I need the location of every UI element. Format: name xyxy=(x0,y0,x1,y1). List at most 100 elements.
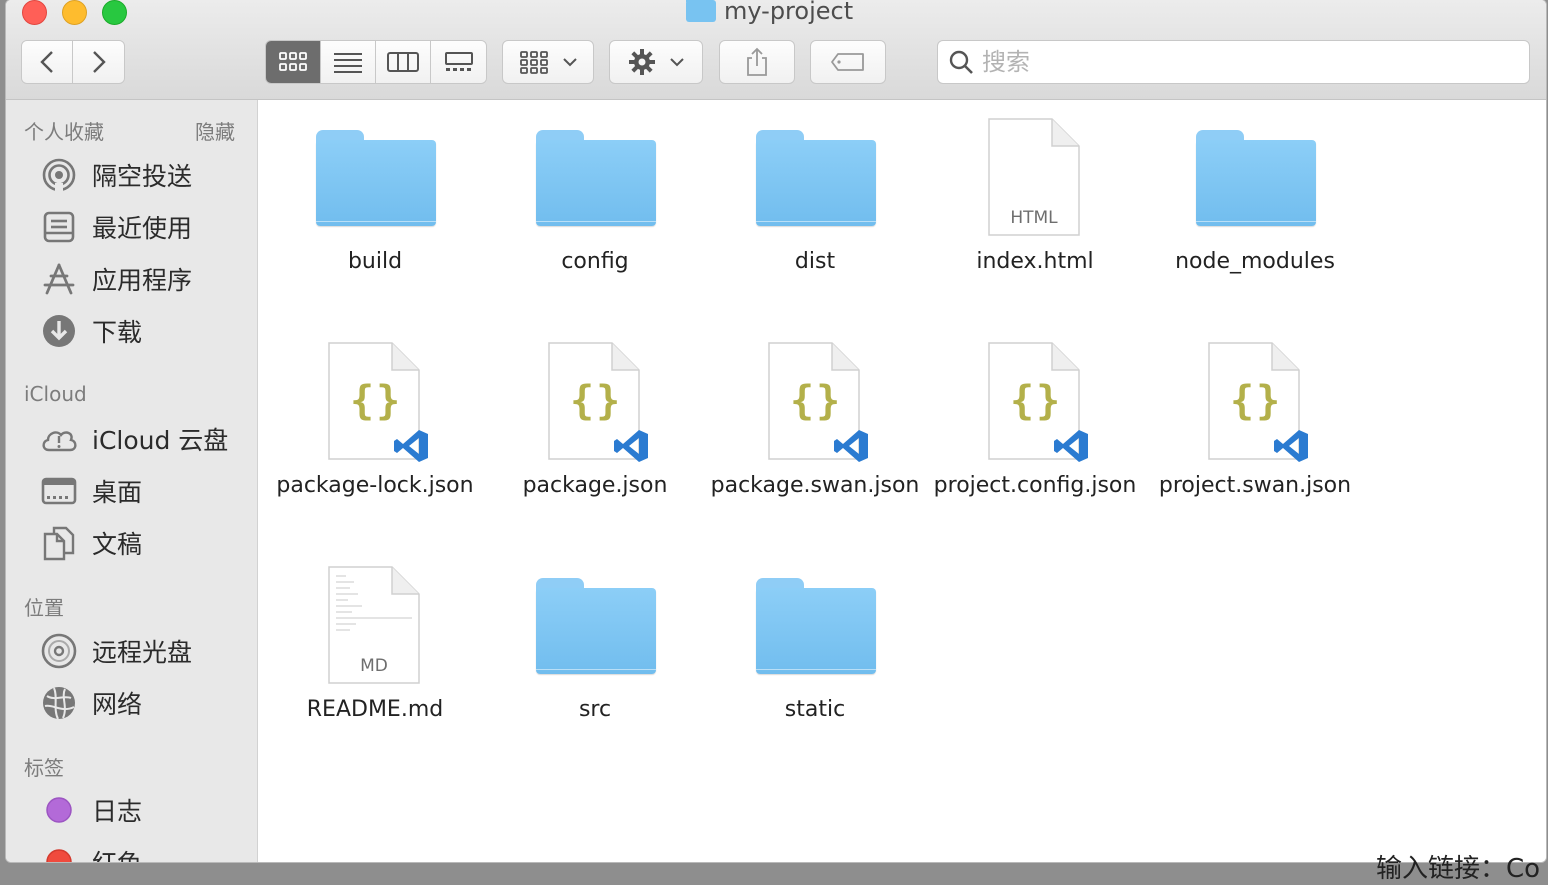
folder-icon xyxy=(686,0,716,22)
file-name: index.html xyxy=(976,249,1094,274)
folder-icon xyxy=(536,578,656,674)
chevron-down-icon xyxy=(563,58,577,67)
sidebar-item-tag-journal[interactable]: 日志 xyxy=(40,790,142,830)
purple-tag-dot-icon xyxy=(40,791,78,829)
html-document-icon xyxy=(988,118,1080,236)
vscode-icon xyxy=(1274,430,1308,462)
markdown-document-icon xyxy=(328,566,420,684)
favorites-header: 个人收藏 xyxy=(24,120,104,144)
list-view-button[interactable] xyxy=(321,41,376,83)
file-name: project.config.json xyxy=(933,473,1137,498)
file-name: src xyxy=(578,697,612,722)
sidebar-item-label: 应用程序 xyxy=(92,266,193,295)
icon-view-button[interactable] xyxy=(266,41,321,83)
sidebar-item-label: 文稿 xyxy=(92,530,143,559)
file-browser: build config dist HTML index.html node_m… xyxy=(258,100,1546,862)
remote-disc-icon xyxy=(40,632,78,670)
sidebar-item-label: 日志 xyxy=(92,797,143,826)
file-name: README.md xyxy=(306,697,444,722)
vscode-icon xyxy=(394,430,428,462)
minimize-window-button[interactable] xyxy=(62,0,87,25)
airdrop-icon xyxy=(40,156,78,194)
grid-icon xyxy=(279,52,307,71)
file-item-package-json[interactable]: {} package.json xyxy=(485,324,705,502)
file-item-build[interactable]: build xyxy=(265,100,485,278)
sidebar-item-network[interactable]: 网络 xyxy=(40,683,142,723)
close-window-button[interactable] xyxy=(22,0,47,25)
sidebar-item-icloud-drive[interactable]: iCloud 云盘 xyxy=(40,419,228,459)
file-name: static xyxy=(784,697,846,722)
applications-icon xyxy=(40,260,78,298)
action-menu-button[interactable] xyxy=(609,40,703,84)
sidebar-item-label: 最近使用 xyxy=(92,214,193,243)
file-item-src[interactable]: src xyxy=(485,548,705,726)
sidebar-item-downloads[interactable]: 下载 xyxy=(40,311,142,351)
sidebar-item-documents[interactable]: 文稿 xyxy=(40,523,142,563)
file-name: project.swan.json xyxy=(1158,473,1352,498)
file-name: dist xyxy=(794,249,836,274)
file-item-readme-md[interactable]: MD README.md xyxy=(265,548,485,726)
vscode-icon xyxy=(614,430,648,462)
folder-icon xyxy=(1196,130,1316,226)
grid-icon xyxy=(520,51,548,74)
edit-tags-button[interactable] xyxy=(810,40,886,84)
vscode-icon xyxy=(834,430,868,462)
json-document-icon: {} xyxy=(328,342,428,462)
search-field[interactable] xyxy=(937,40,1530,84)
list-icon xyxy=(334,53,362,73)
background-window-text: 输入链接：Co xyxy=(1376,854,1541,884)
file-item-project-swan-json[interactable]: {} project.swan.json xyxy=(1145,324,1365,502)
gear-icon xyxy=(629,49,655,75)
window-title-text: my-project xyxy=(724,0,854,25)
sidebar-item-label: 下载 xyxy=(92,318,143,347)
chevron-right-icon xyxy=(92,51,106,73)
zoom-window-button[interactable] xyxy=(102,0,127,25)
tag-icon xyxy=(831,53,864,71)
back-button[interactable] xyxy=(22,41,74,83)
icloud-header: iCloud xyxy=(24,382,87,406)
sidebar-item-label: 网络 xyxy=(92,690,143,719)
sidebar-item-tag-red[interactable]: 红色 xyxy=(40,842,142,862)
sidebar-item-applications[interactable]: 应用程序 xyxy=(40,259,192,299)
network-icon xyxy=(40,684,78,722)
gallery-view-button[interactable] xyxy=(431,41,486,83)
sidebar-item-desktop[interactable]: 桌面 xyxy=(40,471,142,511)
file-item-static[interactable]: static xyxy=(705,548,925,726)
locations-header: 位置 xyxy=(24,596,64,620)
file-item-node-modules[interactable]: node_modules xyxy=(1145,100,1365,278)
file-name: package.json xyxy=(522,473,668,498)
red-tag-dot-icon xyxy=(40,843,78,862)
folder-icon xyxy=(756,130,876,226)
file-item-index-html[interactable]: HTML index.html xyxy=(925,100,1145,278)
window-title: my-project xyxy=(686,0,853,26)
sidebar-item-recents[interactable]: 最近使用 xyxy=(40,207,192,247)
search-input[interactable] xyxy=(982,48,1502,76)
sidebar-item-airdrop[interactable]: 隔空投送 xyxy=(40,155,192,195)
sidebar-item-label: 隔空投送 xyxy=(92,162,193,191)
navigation-buttons xyxy=(21,40,125,84)
file-name: package.swan.json xyxy=(710,473,920,498)
finder-window: my-project 搜索 个人收藏 隐藏 隔空投送 最近使用 应用程序 下载 … xyxy=(6,0,1546,862)
folder-icon xyxy=(536,130,656,226)
column-view-button[interactable] xyxy=(376,41,431,83)
file-item-dist[interactable]: dist xyxy=(705,100,925,278)
gallery-icon xyxy=(444,52,473,71)
share-button[interactable] xyxy=(719,40,795,84)
forward-button[interactable] xyxy=(73,41,124,83)
recents-icon xyxy=(40,208,78,246)
json-document-icon: {} xyxy=(1208,342,1308,462)
json-document-icon: {} xyxy=(768,342,868,462)
file-item-package-swan-json[interactable]: {} package.swan.json xyxy=(705,324,925,502)
sidebar-item-remote-disc[interactable]: 远程光盘 xyxy=(40,631,192,671)
downloads-icon xyxy=(40,312,78,350)
folder-icon xyxy=(316,130,436,226)
sidebar-item-label: 远程光盘 xyxy=(92,638,193,667)
sidebar-item-label: iCloud 云盘 xyxy=(92,426,229,455)
file-item-config[interactable]: config xyxy=(485,100,705,278)
file-item-package-lock-json[interactable]: {} package-lock.json xyxy=(265,324,485,502)
file-item-project-config-json[interactable]: {} project.config.json xyxy=(925,324,1145,502)
hide-favorites-button[interactable]: 隐藏 xyxy=(195,116,235,145)
icloud-drive-icon xyxy=(40,420,78,458)
group-by-menu-button[interactable] xyxy=(502,40,594,84)
chevron-left-icon xyxy=(40,51,53,73)
